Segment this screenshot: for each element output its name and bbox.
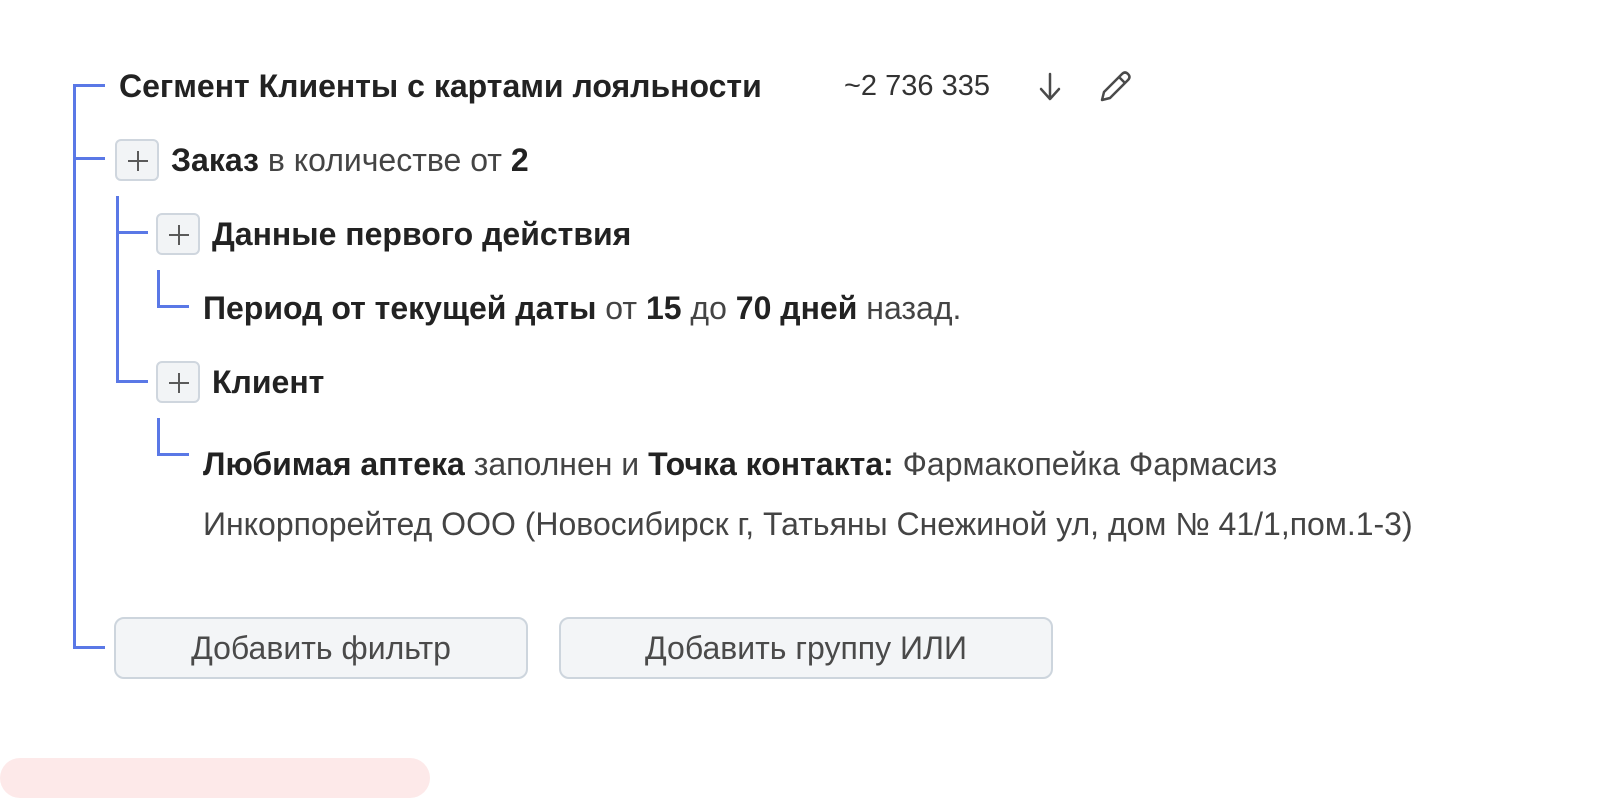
period-from-word: от <box>605 290 638 326</box>
segment-count: ~2 736 335 <box>844 70 990 102</box>
plus-icon <box>169 225 189 245</box>
arrow-down-icon[interactable] <box>1036 71 1064 103</box>
period-to-value: 70 дней <box>735 290 858 326</box>
period-label: Период от текущей даты <box>203 290 597 326</box>
tree-line-client-cond-horizontal <box>157 453 189 456</box>
period-from-value: 15 <box>645 290 682 326</box>
client-label[interactable]: Клиент <box>212 363 324 401</box>
period-to-word: до <box>690 290 727 326</box>
plus-icon <box>169 373 189 393</box>
client-condition-text[interactable]: Любимая аптека заполнен и Точка контакта… <box>203 434 1423 554</box>
tree-line-client-cond-vertical <box>157 418 160 456</box>
tree-line-root-actions <box>73 646 105 649</box>
tree-line-root-vertical <box>73 84 76 649</box>
add-filter-button[interactable]: Добавить фильтр <box>114 617 528 679</box>
bottom-partial-element <box>0 758 430 798</box>
tree-line-root-order <box>73 157 105 160</box>
condition-field: Любимая аптека <box>203 446 465 482</box>
order-entity: Заказ <box>171 142 259 178</box>
tree-line-order-client <box>116 380 148 383</box>
first-action-label[interactable]: Данные первого действия <box>212 215 631 253</box>
expand-order-button[interactable] <box>115 139 159 181</box>
contact-label: Точка контакта: <box>648 446 894 482</box>
order-value: 2 <box>510 142 529 178</box>
plus-icon <box>128 151 148 171</box>
tree-line-order-first-action <box>116 231 148 234</box>
expand-client-button[interactable] <box>156 361 200 403</box>
tree-line-period-vertical <box>157 270 160 308</box>
tree-line-period-horizontal <box>157 305 189 308</box>
tree-line-root-title <box>73 84 105 87</box>
expand-first-action-button[interactable] <box>156 213 200 255</box>
condition-state: заполнен <box>473 446 613 482</box>
condition-conj: и <box>621 446 640 482</box>
add-or-group-button[interactable]: Добавить группу ИЛИ <box>559 617 1053 679</box>
tree-line-order-vertical <box>116 196 119 383</box>
period-suffix: назад. <box>866 290 962 326</box>
segment-title: Сегмент Клиенты с картами лояльности <box>119 68 762 104</box>
pencil-icon[interactable] <box>1096 68 1134 106</box>
order-phrase: в количестве от <box>267 142 502 178</box>
order-filter-text[interactable]: Заказ в количестве от 2 <box>171 141 529 179</box>
period-filter-text[interactable]: Период от текущей даты от 15 до 70 дней … <box>203 289 961 327</box>
